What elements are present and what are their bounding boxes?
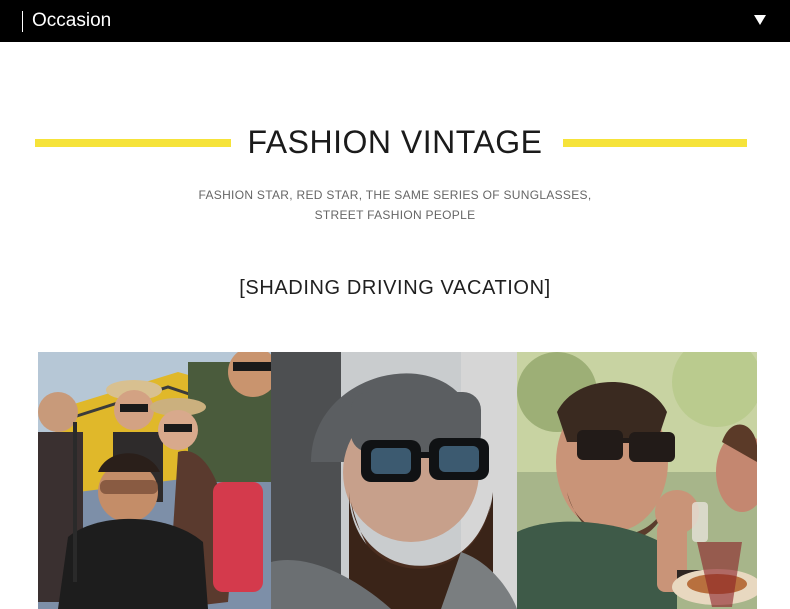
section-subtitle-line1: FASHION STAR, RED STAR, THE SAME SERIES … [198, 188, 592, 202]
triangle-down-icon[interactable] [754, 15, 766, 25]
header-title: Occasion [32, 10, 112, 31]
group-selfie-photo [38, 352, 271, 609]
header-divider [22, 11, 23, 32]
section-subtitle-line2: STREET FASHION PEOPLE [314, 208, 476, 222]
man-dining-photo [517, 352, 757, 609]
section-title: FASHION VINTAGE [247, 124, 543, 160]
page: Occasion FASHION VINTAGE FASHION STAR, R… [0, 0, 790, 609]
occasion-tags: [SHADING DRIVING VACATION] [239, 277, 551, 299]
bearded-man-beanie-photo [271, 352, 517, 609]
header-bar: Occasion [0, 0, 790, 42]
photo-strip [38, 352, 757, 609]
